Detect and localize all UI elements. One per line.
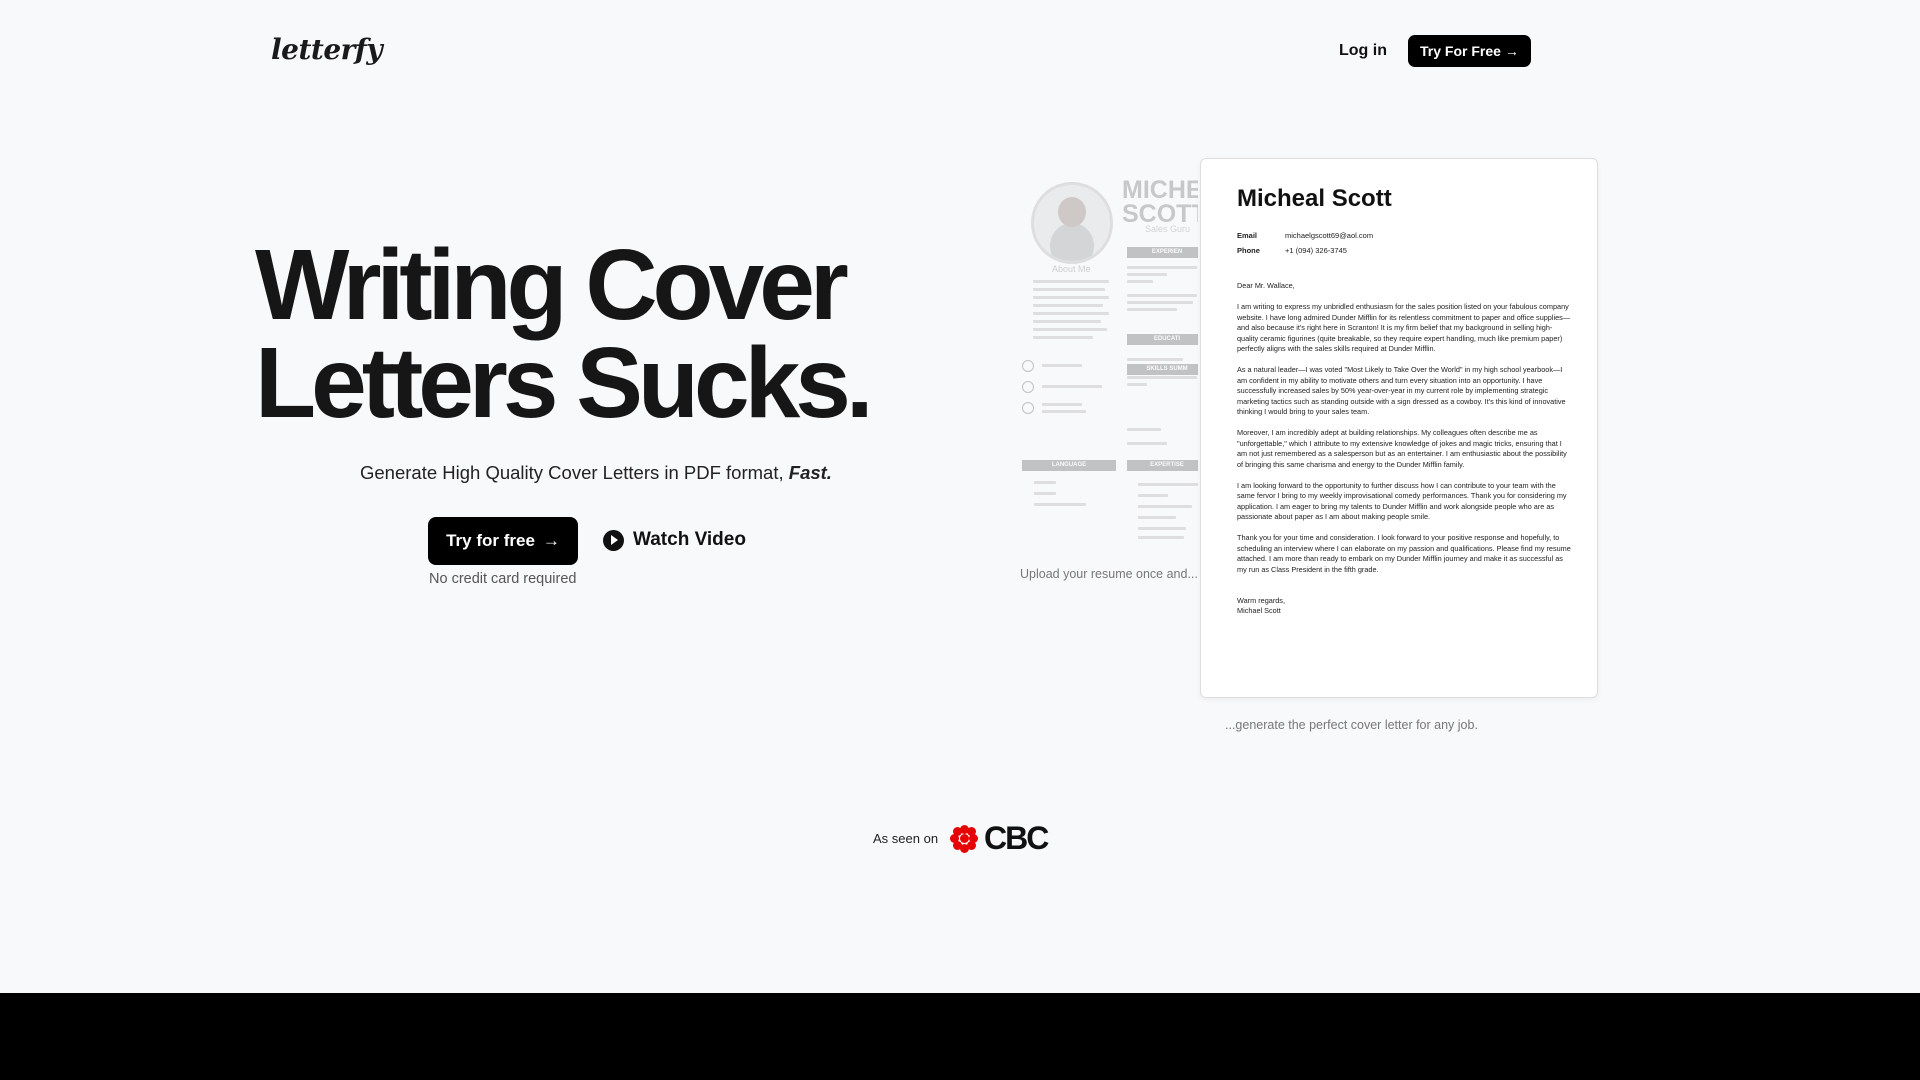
resume-name: MICHEA SCOTT bbox=[1122, 176, 1198, 228]
resume-preview: MICHEA SCOTT Sales Guru About Me EXPERIE… bbox=[1020, 170, 1198, 540]
hero-subtitle-emphasis: Fast. bbox=[788, 462, 832, 483]
resume-section-language: LANGUAGE bbox=[1022, 460, 1116, 471]
cover-letter-paragraph: I am looking forward to the opportunity … bbox=[1237, 480, 1567, 522]
cover-letter-contact: Email michaelgscott69@aol.com Phone +1 (… bbox=[1237, 231, 1373, 261]
email-value: michaelgscott69@aol.com bbox=[1285, 231, 1374, 240]
mail-icon bbox=[1022, 381, 1034, 393]
arrow-right-icon: → bbox=[1504, 43, 1519, 59]
login-link[interactable]: Log in bbox=[1339, 42, 1387, 60]
cover-letter-paragraph: I am writing to express my unbridled ent… bbox=[1237, 302, 1571, 353]
as-seen-on: As seen on CBC bbox=[873, 820, 1049, 857]
resume-section-expertise: EXPERTISE bbox=[1127, 460, 1198, 471]
cover-letter-paragraph: As a natural leader—I was voted "Most Li… bbox=[1237, 365, 1566, 416]
cbc-gem-icon bbox=[950, 824, 979, 853]
watch-video-label: Watch Video bbox=[633, 529, 746, 550]
resume-section-education: EDUCATI bbox=[1127, 334, 1198, 345]
cover-letter-salutation: Dear Mr. Wallace, bbox=[1237, 281, 1295, 290]
hero-headline-line-2: Letters Sucks. bbox=[255, 327, 874, 439]
no-credit-card-note: No credit card required bbox=[429, 571, 577, 587]
try-for-free-nav-button[interactable]: Try For Free → bbox=[1408, 35, 1531, 67]
footer-bar bbox=[0, 993, 1920, 1080]
cover-letter-preview: Micheal Scott Email michaelgscott69@aol.… bbox=[1200, 158, 1598, 698]
hero-subtitle: Generate High Quality Cover Letters in P… bbox=[360, 462, 832, 484]
phone-icon bbox=[1022, 360, 1034, 372]
try-for-free-hero-label: Try for free bbox=[446, 531, 535, 550]
email-label: Email bbox=[1237, 231, 1258, 240]
resume-name-line-2: SCOTT bbox=[1122, 200, 1198, 228]
hero-headline: Writing Cover Letters Sucks. bbox=[255, 229, 895, 439]
cover-letter-paragraph: Moreover, I am incredibly adept at build… bbox=[1237, 428, 1567, 469]
phone-value: +1 (094) 326-3745 bbox=[1285, 246, 1347, 255]
play-icon bbox=[603, 529, 624, 551]
resume-title: Sales Guru bbox=[1145, 224, 1191, 234]
try-for-free-hero-button[interactable]: Try for free → bbox=[428, 517, 578, 565]
location-icon bbox=[1022, 402, 1034, 414]
cover-letter-body: Dear Mr. Wallace, I am writing to expres… bbox=[1237, 281, 1573, 617]
hero-headline-line-1: Writing Cover bbox=[255, 229, 849, 341]
arrow-right-icon: → bbox=[542, 531, 560, 550]
cover-letter-signature: Michael Scott bbox=[1237, 606, 1281, 615]
cover-letter-name: Micheal Scott bbox=[1237, 185, 1392, 212]
as-seen-on-label: As seen on bbox=[873, 831, 939, 846]
cbc-logo[interactable]: CBC bbox=[950, 820, 1049, 857]
resume-section-skills: SKILLS SUMM bbox=[1127, 364, 1198, 375]
phone-label: Phone bbox=[1237, 246, 1260, 255]
resume-caption: Upload your resume once and... bbox=[1020, 567, 1198, 581]
hero-subtitle-text: Generate High Quality Cover Letters in P… bbox=[360, 462, 789, 483]
cover-letter-closing: Warm regards, bbox=[1237, 595, 1285, 605]
cover-letter-caption: ...generate the perfect cover letter for… bbox=[1225, 718, 1478, 732]
resume-name-line-1: MICHEA bbox=[1122, 176, 1198, 204]
resume-avatar bbox=[1031, 182, 1113, 264]
resume-section-experience: EXPERIEN bbox=[1127, 247, 1198, 258]
cbc-logo-text: CBC bbox=[984, 820, 1049, 856]
try-for-free-nav-label: Try For Free bbox=[1420, 43, 1501, 59]
watch-video-button[interactable]: Watch Video bbox=[603, 529, 746, 551]
resume-about-heading: About Me bbox=[1052, 264, 1091, 274]
cover-letter-paragraph: Thank you for your time and consideratio… bbox=[1237, 533, 1571, 574]
brand-logo[interactable]: letterfy bbox=[271, 33, 383, 66]
